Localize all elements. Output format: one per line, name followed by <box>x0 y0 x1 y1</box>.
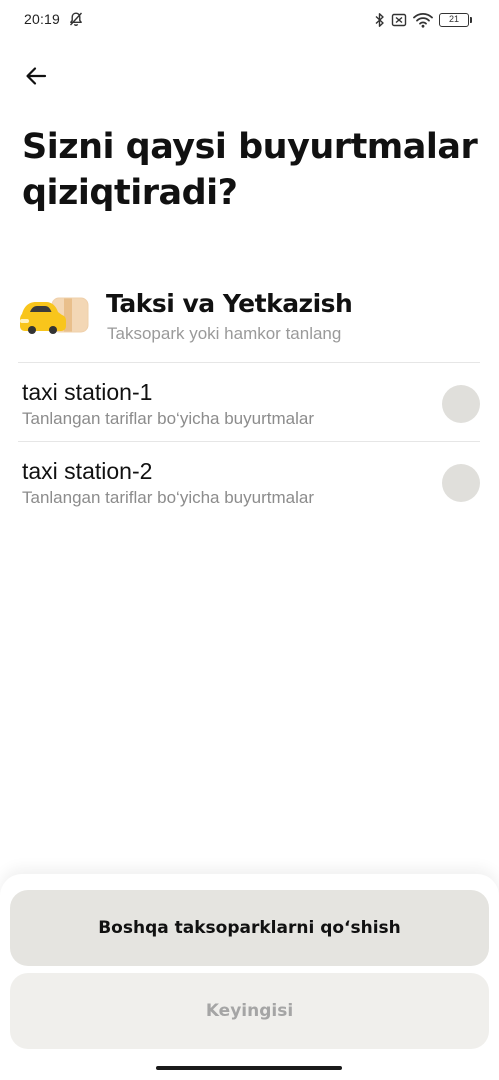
park-title: Taksi va Yetkazish <box>106 289 353 318</box>
taxi-delivery-icon <box>18 292 90 336</box>
bluetooth-icon <box>375 12 385 28</box>
battery-icon: 21 <box>439 13 472 27</box>
page-title: Sizni qaysi buyurtmalar qiziqtiradi? <box>22 127 478 213</box>
station-item-2[interactable]: taxi station-2 Tanlangan tariflar bo‘yic… <box>18 442 480 520</box>
status-icons: 21 <box>375 11 472 29</box>
park-subtitle: Taksopark yoki hamkor tanlang <box>107 324 342 343</box>
bottom-action-panel: Boshqa taksoparklarni qo‘shish Keyingisi <box>0 874 499 1080</box>
status-bar: 20:19 21 <box>0 0 499 40</box>
next-button[interactable]: Keyingisi <box>10 973 489 1049</box>
arrow-left-icon <box>25 66 47 91</box>
station-name: taxi station-2 <box>22 458 153 484</box>
back-button[interactable] <box>18 60 54 96</box>
add-taxi-parks-button[interactable]: Boshqa taksoparklarni qo‘shish <box>10 890 489 966</box>
wifi-icon <box>413 12 433 28</box>
radio-button[interactable] <box>442 464 480 502</box>
park-header: Taksi va Yetkazish Taksopark yoki hamkor… <box>18 288 480 352</box>
station-item-1[interactable]: taxi station-1 Tanlangan tariflar bo‘yic… <box>18 363 480 441</box>
radio-button[interactable] <box>442 385 480 423</box>
home-indicator[interactable] <box>156 1066 342 1070</box>
station-name: taxi station-1 <box>22 379 153 405</box>
station-description: Tanlangan tariflar bo‘yicha buyurtmalar <box>22 488 314 507</box>
station-description: Tanlangan tariflar bo‘yicha buyurtmalar <box>22 409 314 428</box>
status-time: 20:19 <box>24 11 61 27</box>
no-sim-icon <box>391 12 407 28</box>
bell-muted-icon <box>68 11 84 27</box>
screen: 20:19 21 Sizni qaysi buyurtmalar qiziqti… <box>0 0 499 1080</box>
